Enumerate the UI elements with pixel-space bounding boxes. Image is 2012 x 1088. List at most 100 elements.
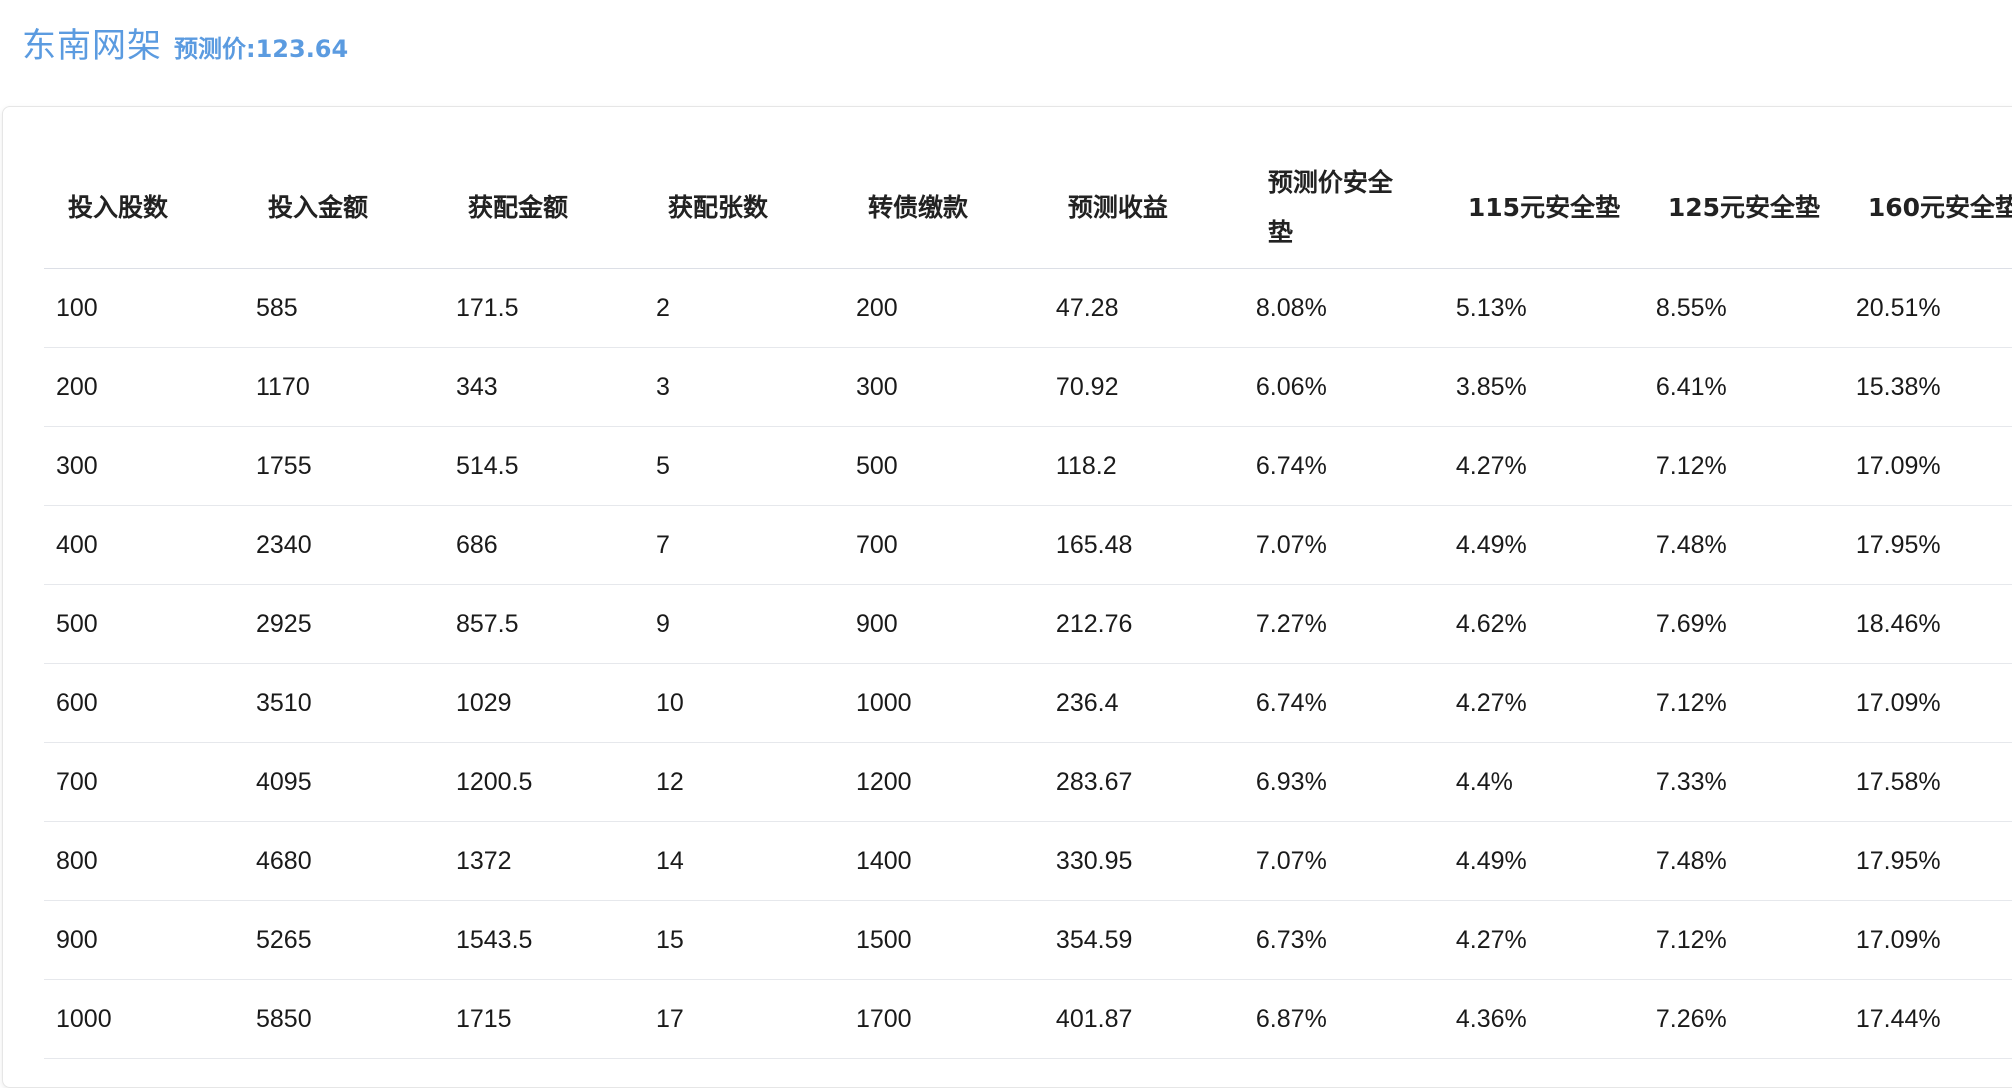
table-cell: 6.93% <box>1243 742 1444 822</box>
table-cell: 17.44% <box>1843 979 2012 1059</box>
table-cell: 1372 <box>443 821 644 901</box>
table-cell: 6.06% <box>1243 347 1444 427</box>
table-cell: 4.49% <box>1443 821 1644 901</box>
column-header: 投入股数 <box>44 148 244 269</box>
table-cell: 5265 <box>243 900 444 980</box>
page-header: 东南网架 预测价:123.64 <box>22 18 348 67</box>
table-cell: 7.26% <box>1643 979 1844 1059</box>
table-row: 300 1755 514.5 5 500 118.2 6.74% 4.27% 7.12% 17.0… <box>44 426 2012 506</box>
table-cell: 118.2 <box>1043 426 1244 506</box>
table-cell: 514.5 <box>443 426 644 506</box>
table-cell: 2925 <box>243 584 444 664</box>
table-cell: 100 <box>44 268 244 348</box>
column-header: 160元安全垫 <box>1843 148 2012 269</box>
table-cell: 236.4 <box>1043 663 1244 743</box>
table-cell: 6.41% <box>1643 347 1844 427</box>
table-cell: 3510 <box>243 663 444 743</box>
table-cell: 17.09% <box>1843 426 2012 506</box>
table-cell: 1200 <box>843 742 1044 822</box>
table-cell: 7.12% <box>1643 663 1844 743</box>
table-cell: 4.49% <box>1443 505 1644 585</box>
table-cell: 200 <box>44 347 244 427</box>
table-cell: 1170 <box>243 347 444 427</box>
table-cell: 5850 <box>243 979 444 1059</box>
forecast-price: 预测价:123.64 <box>174 35 349 63</box>
column-header: 投入金额 <box>243 148 444 269</box>
table-row: 500 2925 857.5 9 900 212.76 7.27% 4.62% 7.69% 18.… <box>44 584 2012 664</box>
column-header: 转债缴款 <box>843 148 1044 269</box>
table-cell: 3 <box>643 347 844 427</box>
table-row: 100 585 171.5 2 200 47.28 8.08% 5.13% 8.55% 20.51… <box>44 268 2012 348</box>
table-cell: 500 <box>843 426 1044 506</box>
table-cell: 1700 <box>843 979 1044 1059</box>
table-cell: 8.55% <box>1643 268 1844 348</box>
table-cell: 5.13% <box>1443 268 1644 348</box>
table-cell: 354.59 <box>1043 900 1244 980</box>
column-header: 获配金额 <box>443 148 644 269</box>
table-cell: 1029 <box>443 663 644 743</box>
table-cell: 7.69% <box>1643 584 1844 664</box>
table-cell: 3.85% <box>1443 347 1644 427</box>
table-cell: 6.87% <box>1243 979 1444 1059</box>
table-cell: 4680 <box>243 821 444 901</box>
table-row: 200 1170 343 3 300 70.92 6.06% 3.85% 6.41% 15.38% <box>44 347 2012 427</box>
table-cell: 7.27% <box>1243 584 1444 664</box>
table-cell: 200 <box>843 268 1044 348</box>
table-cell: 401.87 <box>1043 979 1244 1059</box>
table-cell: 212.76 <box>1043 584 1244 664</box>
table-cell: 330.95 <box>1043 821 1244 901</box>
table-cell: 12 <box>643 742 844 822</box>
table-cell: 171.5 <box>443 268 644 348</box>
column-header: 125元安全垫 <box>1643 148 1844 269</box>
table-cell: 15.38% <box>1843 347 2012 427</box>
table-row: 700 4095 1200.5 12 1200 283.67 6.93% 4.4% 7.33% 1… <box>44 742 2012 822</box>
table-cell: 17.09% <box>1843 663 2012 743</box>
table-row: 1000 5850 1715 17 1700 401.87 6.87% 4.36% 7.26% 1… <box>44 979 2012 1059</box>
table-cell: 2340 <box>243 505 444 585</box>
table-cell: 7.48% <box>1643 505 1844 585</box>
table-cell: 70.92 <box>1043 347 1244 427</box>
table-row: 400 2340 686 7 700 165.48 7.07% 4.49% 7.48% 17.95… <box>44 505 2012 585</box>
table-cell: 4095 <box>243 742 444 822</box>
table-body: 100 585 171.5 2 200 47.28 8.08% 5.13% 8.55% 20.51… <box>44 268 2012 1059</box>
table-cell: 900 <box>44 900 244 980</box>
table-cell: 500 <box>44 584 244 664</box>
table-cell: 300 <box>44 426 244 506</box>
table-cell: 4.27% <box>1443 663 1644 743</box>
table-cell: 7.33% <box>1643 742 1844 822</box>
table-cell: 1000 <box>44 979 244 1059</box>
table-cell: 14 <box>643 821 844 901</box>
table-cell: 1200.5 <box>443 742 644 822</box>
table-cell: 300 <box>843 347 1044 427</box>
table-cell: 6.74% <box>1243 663 1444 743</box>
table-cell: 1400 <box>843 821 1044 901</box>
table-row: 600 3510 1029 10 1000 236.4 6.74% 4.27% 7.12% 17.… <box>44 663 2012 743</box>
column-header: 获配张数 <box>643 148 844 269</box>
table-cell: 8.08% <box>1243 268 1444 348</box>
table-cell: 343 <box>443 347 644 427</box>
table-cell: 700 <box>44 742 244 822</box>
table-cell: 7.12% <box>1643 426 1844 506</box>
table-cell: 17 <box>643 979 844 1059</box>
table-cell: 800 <box>44 821 244 901</box>
table-cell: 17.09% <box>1843 900 2012 980</box>
table-cell: 1755 <box>243 426 444 506</box>
column-header: 115元安全垫 <box>1443 148 1644 269</box>
table-cell: 6.74% <box>1243 426 1444 506</box>
table-cell: 2 <box>643 268 844 348</box>
table-cell: 165.48 <box>1043 505 1244 585</box>
table-cell: 700 <box>843 505 1044 585</box>
table-cell: 7.07% <box>1243 505 1444 585</box>
table-cell: 7.07% <box>1243 821 1444 901</box>
table-cell: 4.27% <box>1443 426 1644 506</box>
table-cell: 400 <box>44 505 244 585</box>
table-cell: 47.28 <box>1043 268 1244 348</box>
table-cell: 585 <box>243 268 444 348</box>
table-cell: 5 <box>643 426 844 506</box>
table-cell: 17.58% <box>1843 742 2012 822</box>
table-row: 800 4680 1372 14 1400 330.95 7.07% 4.49% 7.48% 17… <box>44 821 2012 901</box>
table-cell: 17.95% <box>1843 821 2012 901</box>
table-cell: 18.46% <box>1843 584 2012 664</box>
table-cell: 7.12% <box>1643 900 1844 980</box>
table-cell: 4.36% <box>1443 979 1644 1059</box>
